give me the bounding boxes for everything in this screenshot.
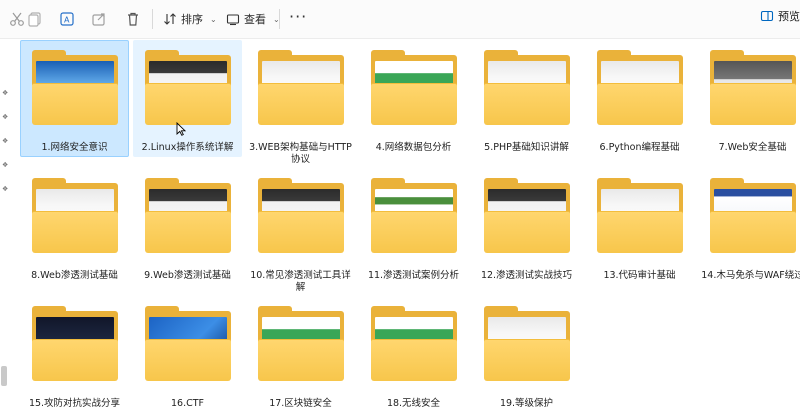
folder-icon [32,306,118,381]
folder-item[interactable]: 9.Web渗透测试基础 [133,168,242,285]
folder-item[interactable]: 5.PHP基础知识讲解 [472,40,581,157]
folder-name: 7.Web安全基础 [718,142,787,153]
folder-name: 10.常见渗透测试工具详解 [250,270,351,293]
folder-icon [371,178,457,253]
folder-icon [597,50,683,125]
folder-name: 9.Web渗透测试基础 [144,270,231,281]
folder-icon [258,50,344,125]
folder-name: 16.CTF [170,398,204,409]
preview-pane-icon [760,10,774,22]
folder-item[interactable]: 10.常见渗透测试工具详解 [246,168,355,293]
folder-name: 12.渗透测试实战技巧 [480,270,573,281]
more-options-button[interactable]: ··· [289,7,307,26]
folder-name: 5.PHP基础知识讲解 [484,142,569,153]
folder-item[interactable]: 6.Python编程基础 [585,40,694,157]
pin-icon: ❖ [2,89,9,97]
toolbar-divider [152,9,153,29]
folder-icon [145,50,231,125]
folder-item[interactable]: 11.渗透测试案例分析 [359,168,468,285]
folder-icon [258,178,344,253]
navigation-pane-edge: ❖ ❖ ❖ ❖ ❖ [0,38,12,418]
pin-icon: ❖ [2,113,9,121]
folder-name: 18.无线安全 [386,398,441,409]
chevron-down-icon: ⌄ [210,14,217,24]
folder-item[interactable]: 16.CTF [133,296,242,413]
folder-item[interactable]: 7.Web安全基础 [698,40,800,157]
toolbar-divider [279,9,280,29]
folder-icon [32,178,118,253]
sort-label: 排序 [181,13,203,26]
folder-item[interactable]: 4.网络数据包分析 [359,40,468,157]
pin-icon: ❖ [2,137,9,145]
folder-item[interactable]: 12.渗透测试实战技巧 [472,168,581,285]
preview-pane-button[interactable]: 预览 [760,8,800,24]
folder-name: 19.等级保护 [499,398,554,409]
share-icon[interactable] [89,9,109,29]
view-icon [226,14,240,26]
folder-item[interactable]: 13.代码审计基础 [585,168,694,285]
folder-name: 4.网络数据包分析 [375,142,452,153]
folder-name: 14.木马免杀与WAF绕过 [701,270,800,281]
folder-name: 6.Python编程基础 [599,142,680,153]
folder-icon [145,306,231,381]
pin-icon: ❖ [2,185,9,193]
pin-icon: ❖ [2,161,9,169]
folder-name: 11.渗透测试案例分析 [367,270,460,281]
folder-item[interactable]: 19.等级保护 [472,296,581,413]
folder-item[interactable]: 8.Web渗透测试基础 [20,168,129,285]
folder-item[interactable]: 14.木马免杀与WAF绕过 [698,168,800,285]
folder-item[interactable]: 18.无线安全 [359,296,468,413]
folder-item[interactable]: 3.WEB架构基础与HTTP协议 [246,40,355,165]
command-bar: A 排序 ⌄ 查看 ⌄ ··· 预览 [0,0,800,39]
svg-text:A: A [64,16,70,25]
folder-name: 17.区块链安全 [269,398,332,409]
delete-icon[interactable] [123,9,143,29]
folder-name: 2.Linux操作系统详解 [141,142,234,153]
mouse-cursor-icon [176,122,186,136]
view-label: 查看 [244,13,266,26]
folder-icon [484,50,570,125]
folder-icon [32,50,118,125]
folder-icon [484,178,570,253]
folder-name: 8.Web渗透测试基础 [31,270,118,281]
view-button[interactable]: 查看 ⌄ [226,8,280,30]
folder-name: 1.网络安全意识 [41,142,108,153]
rename-icon[interactable]: A [57,9,77,29]
folder-icon [597,178,683,253]
folder-icon [710,50,796,125]
folder-icon [371,50,457,125]
folder-icon [258,306,344,381]
folder-item[interactable]: 17.区块链安全 [246,296,355,413]
folder-icon [371,306,457,381]
folder-item[interactable]: 15.攻防对抗实战分享 [20,296,129,413]
preview-label: 预览 [778,10,800,23]
cut-icon[interactable] [7,9,27,29]
sort-icon [164,13,176,25]
folder-name: 13.代码审计基础 [603,270,676,281]
folder-icon [484,306,570,381]
folder-item[interactable]: 2.Linux操作系统详解 [133,40,242,157]
folder-name: 15.攻防对抗实战分享 [28,398,121,409]
folder-icon [145,178,231,253]
copy-icon[interactable] [25,9,45,29]
folder-grid: 1.网络安全意识 2.Linux操作系统详解 3.WEB架构基础与HTTP协议 4.网… [20,40,800,418]
folder-icon [710,178,796,253]
scrollbar-thumb[interactable] [1,366,7,386]
sort-button[interactable]: 排序 ⌄ [163,8,217,30]
folder-name: 3.WEB架构基础与HTTP协议 [249,142,352,165]
folder-item[interactable]: 1.网络安全意识 [20,40,129,157]
